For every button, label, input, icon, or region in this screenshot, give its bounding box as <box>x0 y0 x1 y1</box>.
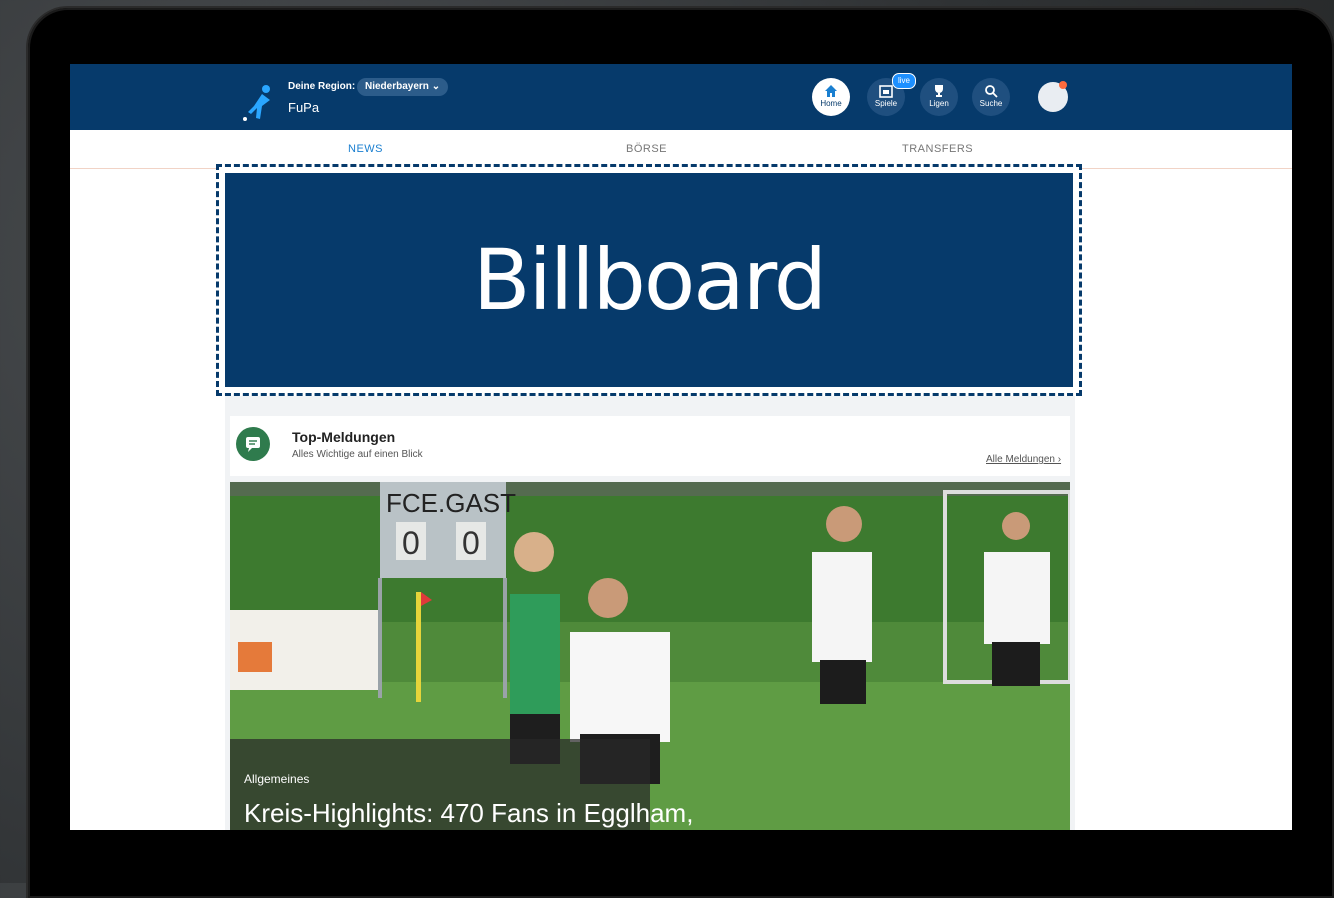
fupa-player-logo-icon[interactable] <box>240 82 276 122</box>
browser-screen: Deine Region: Niederbayern ⌄ FuPa Home S… <box>70 64 1292 830</box>
tab-news[interactable]: NEWS <box>348 143 383 155</box>
brand-name: FuPa <box>288 100 320 115</box>
search-icon <box>985 85 998 98</box>
article-category: Allgemeines <box>244 772 310 786</box>
chevron-down-icon: ⌄ <box>431 81 441 92</box>
nav-home-button[interactable]: Home <box>812 78 850 116</box>
live-badge: live <box>892 73 917 89</box>
calendar-icon <box>879 85 893 98</box>
scoreboard-teams: FCE.GAST <box>386 488 516 518</box>
svg-text:0: 0 <box>402 525 420 561</box>
all-news-link[interactable]: Alle Meldungen › <box>986 454 1061 465</box>
nav-spiele-label: Spiele <box>874 99 898 108</box>
chat-bubble-icon <box>236 427 270 461</box>
nav-ligen-label: Ligen <box>929 99 949 108</box>
tab-boerse[interactable]: BÖRSE <box>626 143 667 155</box>
top-meldungen-header <box>230 416 1070 476</box>
nav-suche-label: Suche <box>979 99 1003 108</box>
region-label: Deine Region: <box>288 81 356 92</box>
nav-suche-button[interactable]: Suche <box>972 78 1010 116</box>
nav-ligen-button[interactable]: Ligen <box>920 78 958 116</box>
svg-text:0: 0 <box>462 525 480 561</box>
nav-home-label: Home <box>820 99 842 108</box>
home-icon <box>825 85 837 97</box>
billboard-banner: Billboard <box>225 173 1073 387</box>
tab-transfers[interactable]: TRANSFERS <box>902 143 973 155</box>
trophy-icon <box>935 85 943 97</box>
section-title: Top-Meldungen <box>292 429 396 445</box>
region-selector[interactable]: Niederbayern ⌄ <box>357 78 449 96</box>
billboard-text: Billboard <box>472 231 827 329</box>
billboard-ad-slot[interactable]: Billboard <box>216 164 1082 396</box>
region-value: Niederbayern <box>365 81 429 92</box>
article-title[interactable]: Kreis-Highlights: 470 Fans in Egglham, <box>244 798 693 829</box>
section-subtitle: Alles Wichtige auf einen Blick <box>292 449 423 460</box>
notification-dot <box>1059 81 1067 89</box>
